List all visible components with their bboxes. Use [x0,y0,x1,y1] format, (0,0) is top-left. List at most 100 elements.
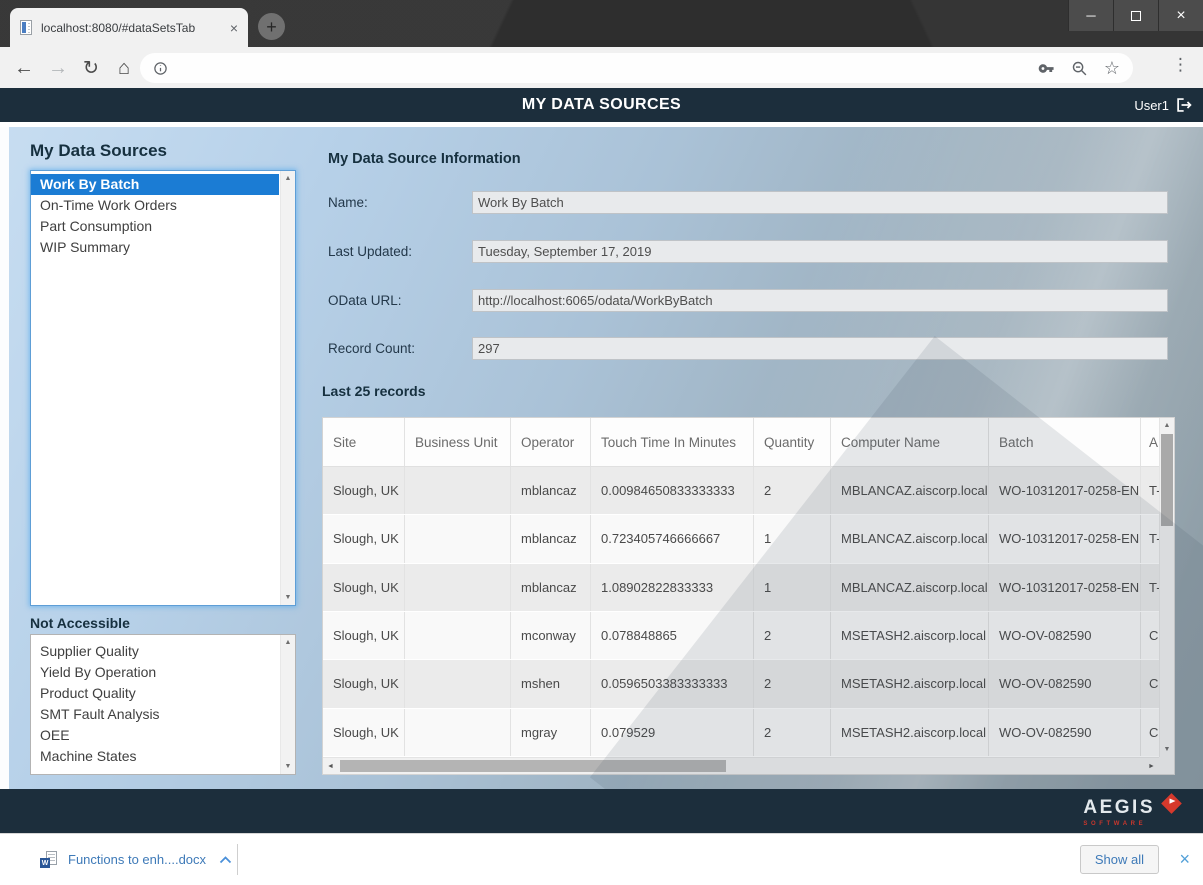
forward-icon[interactable]: → [44,54,72,82]
cell-computer-name: MBLANCAZ.aiscorp.local [831,515,989,562]
table-row: Slough, UK mblancaz 0.00984650833333333 … [323,467,1159,515]
window-close-button[interactable]: × [1158,0,1203,31]
na-item-product-quality[interactable]: Product Quality [31,683,279,704]
listbox-scrollbar[interactable]: ▲ ▼ [280,635,295,774]
listbox-scrollbar[interactable]: ▲ ▼ [280,171,295,605]
word-document-icon: W [40,851,57,868]
scroll-down-icon[interactable]: ▼ [281,590,295,605]
scroll-down-icon[interactable]: ▼ [1160,742,1174,757]
address-bar[interactable]: ☆ [140,53,1133,83]
reload-icon[interactable]: ↻ [77,54,105,82]
username-label: User1 [1134,98,1169,113]
horizontal-scroll-thumb[interactable] [340,760,726,772]
cell-quantity: 1 [754,564,831,611]
na-item-yield-by-operation[interactable]: Yield By Operation [31,662,279,683]
cell-business-unit [405,612,511,659]
cell-touch-time: 0.723405746666667 [591,515,754,562]
cell-batch: WO-10312017-0258-EN [989,467,1141,514]
chevron-up-icon[interactable] [219,856,232,864]
scroll-up-icon[interactable]: ▲ [281,635,295,650]
download-bar-close-icon[interactable]: × [1179,849,1190,870]
name-label: Name: [328,195,368,210]
cell-computer-name: MSETASH2.aiscorp.local [831,709,989,756]
cell-batch: WO-OV-082590 [989,660,1141,707]
browser-tab[interactable]: localhost:8080/#dataSetsTab × [10,8,248,47]
cell-business-unit [405,564,511,611]
maximize-icon [1131,11,1141,21]
cell-assembly: C [1141,660,1159,707]
cell-quantity: 2 [754,612,831,659]
aegis-logo-subtext: SOFTWARE [1083,821,1185,827]
cell-business-unit [405,660,511,707]
cell-operator: mgray [511,709,591,756]
download-bar-divider [237,844,238,875]
name-field[interactable] [472,191,1168,214]
cell-touch-time: 0.078848865 [591,612,754,659]
cell-business-unit [405,709,511,756]
info-section-title: My Data Source Information [328,151,521,167]
cell-site: Slough, UK [323,709,405,756]
cell-assembly: T- [1141,467,1159,514]
vertical-scroll-thumb[interactable] [1161,434,1173,526]
table-row: Slough, UK mgray 0.079529 2 MSETASH2.ais… [323,709,1159,757]
data-sources-listbox[interactable]: Work By Batch On-Time Work Orders Part C… [30,170,296,606]
na-item-supplier-quality[interactable]: Supplier Quality [31,641,279,662]
cell-touch-time: 0.00984650833333333 [591,467,754,514]
cell-computer-name: MSETASH2.aiscorp.local [831,612,989,659]
cell-assembly: T- [1141,515,1159,562]
window-minimize-button[interactable]: ─ [1068,0,1113,31]
download-bar: W Functions to enh....docx Show all × [0,833,1203,885]
sidebar-item-wip-summary[interactable]: WIP Summary [31,237,279,258]
scroll-right-icon[interactable]: ► [1144,758,1159,774]
na-item-machine-states[interactable]: Machine States [31,746,279,767]
page-title: MY DATA SOURCES [522,96,681,114]
cell-touch-time: 0.079529 [591,709,754,756]
scroll-up-icon[interactable]: ▲ [281,171,295,186]
show-all-button[interactable]: Show all [1080,845,1159,874]
cell-computer-name: MBLANCAZ.aiscorp.local [831,467,989,514]
column-header-computer-name: Computer Name [831,418,989,466]
logout-icon[interactable] [1176,97,1193,113]
scroll-up-icon[interactable]: ▲ [1160,418,1174,433]
cell-site: Slough, UK [323,660,405,707]
cell-operator: mshen [511,660,591,707]
cell-computer-name: MSETASH2.aiscorp.local [831,660,989,707]
cell-assembly: C [1141,612,1159,659]
downloaded-file-button[interactable]: W Functions to enh....docx [40,844,232,875]
table-horizontal-scrollbar[interactable]: ◄ ► [323,757,1159,774]
column-header-quantity: Quantity [754,418,831,466]
na-item-oee[interactable]: OEE [31,725,279,746]
cell-batch: WO-10312017-0258-EN [989,564,1141,611]
aegis-logo: AEGIS SOFTWARE [1083,794,1185,827]
browser-menu-icon[interactable]: ⋮ [1172,55,1189,75]
cell-assembly: C [1141,709,1159,756]
tab-close-icon[interactable]: × [224,20,238,36]
last-updated-field[interactable] [472,240,1168,263]
home-icon[interactable]: ⌂ [110,54,138,82]
cell-computer-name: MBLANCAZ.aiscorp.local [831,564,989,611]
odata-url-label: OData URL: [328,293,402,308]
sidebar-item-part-consumption[interactable]: Part Consumption [31,216,279,237]
odata-url-field[interactable] [472,289,1168,312]
table-body: Slough, UK mblancaz 0.00984650833333333 … [323,467,1159,757]
scroll-left-icon[interactable]: ◄ [323,758,338,774]
cell-batch: WO-OV-082590 [989,612,1141,659]
cell-touch-time: 0.0596503383333333 [591,660,754,707]
column-header-batch: Batch [989,418,1141,466]
scroll-down-icon[interactable]: ▼ [281,759,295,774]
na-item-smt-fault-analysis[interactable]: SMT Fault Analysis [31,704,279,725]
new-tab-button[interactable]: + [258,13,285,40]
record-count-field[interactable] [472,337,1168,360]
password-key-icon[interactable] [1038,60,1055,77]
not-accessible-listbox[interactable]: Supplier Quality Yield By Operation Prod… [30,634,296,775]
record-count-label: Record Count: [328,341,415,356]
window-maximize-button[interactable] [1113,0,1158,31]
zoom-out-icon[interactable] [1071,60,1088,77]
page-info-icon[interactable] [153,61,168,76]
back-icon[interactable]: ← [10,54,38,82]
table-vertical-scrollbar[interactable]: ▲ ▼ [1159,418,1174,757]
bookmark-star-icon[interactable]: ☆ [1104,58,1120,79]
sidebar-item-on-time-work-orders[interactable]: On-Time Work Orders [31,195,279,216]
sidebar-item-work-by-batch[interactable]: Work By Batch [31,174,279,195]
sidebar-title: My Data Sources [30,141,167,161]
